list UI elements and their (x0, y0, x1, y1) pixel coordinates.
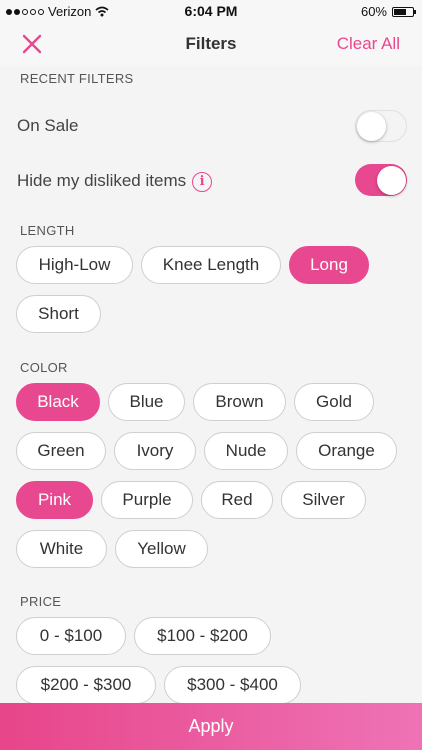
status-bar: Verizon 6:04 PM 60% (0, 0, 422, 22)
apply-button[interactable]: Apply (0, 703, 422, 750)
hide-disliked-label: Hide my disliked items (17, 171, 187, 190)
color-option-purple[interactable]: Purple (101, 481, 193, 519)
length-option-high-low[interactable]: High-Low (16, 246, 133, 284)
hide-disliked-label-group: Hide my disliked items i (17, 171, 213, 192)
recent-filters-header: RECENT FILTERS (20, 71, 134, 86)
battery-group: 60% (360, 4, 416, 19)
color-option-brown[interactable]: Brown (193, 383, 286, 421)
battery-percent: 60% (360, 4, 387, 19)
color-option-red[interactable]: Red (201, 481, 273, 519)
on-sale-row: On Sale (0, 104, 422, 148)
hide-disliked-toggle[interactable] (355, 164, 407, 196)
color-option-orange[interactable]: Orange (296, 432, 397, 470)
color-option-black[interactable]: Black (16, 383, 100, 421)
color-option-white[interactable]: White (16, 530, 107, 568)
on-sale-label: On Sale (17, 116, 79, 135)
color-option-silver[interactable]: Silver (281, 481, 366, 519)
price-option-100-200[interactable]: $100 - $200 (134, 617, 271, 655)
color-option-gold[interactable]: Gold (294, 383, 374, 421)
on-sale-toggle[interactable] (355, 110, 407, 142)
filters-content[interactable]: RECENT FILTERS On Sale Hide my disliked … (0, 66, 422, 703)
price-option-200-300[interactable]: $200 - $300 (16, 666, 156, 703)
color-option-pink[interactable]: Pink (16, 481, 93, 519)
status-time: 6:04 PM (184, 3, 238, 19)
nav-bar: Filters Clear All (0, 22, 422, 66)
color-option-nude[interactable]: Nude (204, 432, 288, 470)
price-option-0-100[interactable]: 0 - $100 (16, 617, 126, 655)
battery-icon (392, 6, 416, 17)
color-header: COLOR (20, 360, 68, 375)
length-option-knee-length[interactable]: Knee Length (141, 246, 281, 284)
info-icon[interactable]: i (192, 171, 213, 192)
color-option-ivory[interactable]: Ivory (114, 432, 196, 470)
price-option-300-400[interactable]: $300 - $400 (164, 666, 301, 703)
length-option-long[interactable]: Long (289, 246, 369, 284)
color-option-green[interactable]: Green (16, 432, 106, 470)
length-option-short[interactable]: Short (16, 295, 101, 333)
color-option-blue[interactable]: Blue (108, 383, 185, 421)
length-header: LENGTH (20, 223, 75, 238)
hide-disliked-row: Hide my disliked items i (0, 159, 422, 203)
price-header: PRICE (20, 594, 62, 609)
clear-all-button[interactable]: Clear All (337, 34, 400, 54)
color-option-yellow[interactable]: Yellow (115, 530, 208, 568)
